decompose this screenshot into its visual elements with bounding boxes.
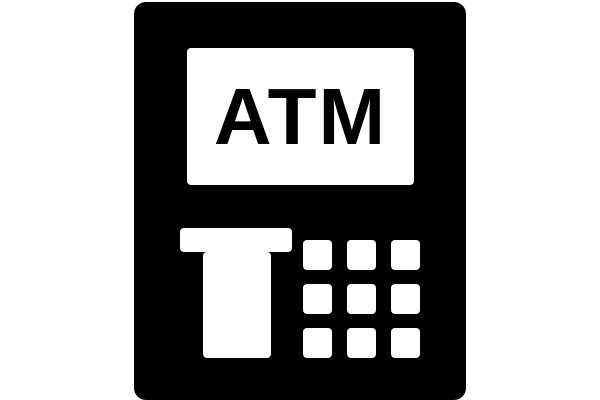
keypad-key (303, 240, 332, 270)
keypad-key (303, 284, 332, 314)
keypad-key (391, 328, 420, 358)
keypad-key (303, 328, 332, 358)
atm-machine-icon: ATM (134, 2, 466, 400)
card-slot (180, 228, 292, 252)
keypad-key (347, 284, 376, 314)
card-icon (203, 252, 271, 358)
atm-screen-label: ATM (213, 71, 388, 161)
atm-screen: ATM (187, 48, 414, 185)
keypad (303, 240, 420, 358)
keypad-key (347, 240, 376, 270)
keypad-key (347, 328, 376, 358)
keypad-key (391, 284, 420, 314)
keypad-key (391, 240, 420, 270)
